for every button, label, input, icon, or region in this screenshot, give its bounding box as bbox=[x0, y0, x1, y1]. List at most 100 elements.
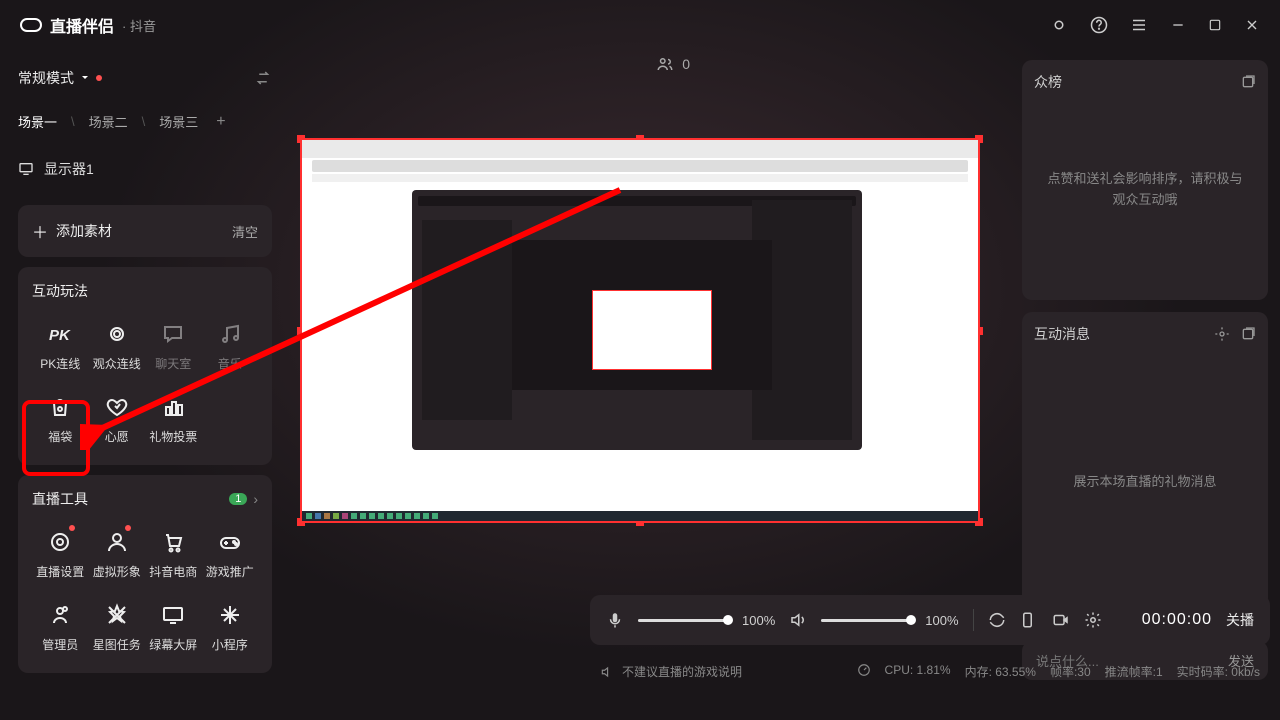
speaker-small-icon bbox=[600, 665, 614, 679]
menu-icon[interactable] bbox=[1130, 16, 1148, 34]
heart-icon bbox=[104, 394, 130, 420]
speaker-level: 100% bbox=[925, 613, 958, 628]
rank-title: 众榜 bbox=[1034, 72, 1062, 92]
scene-tab-3[interactable]: 场景三 bbox=[159, 112, 198, 131]
swap-icon[interactable] bbox=[254, 69, 272, 87]
tool-item-star[interactable]: 星图任务 bbox=[89, 596, 146, 659]
tool-item-sparkle[interactable]: 小程序 bbox=[202, 596, 259, 659]
app-title: 直播伴侣 bbox=[50, 13, 114, 37]
app-logo-icon bbox=[20, 18, 42, 32]
minimize-icon[interactable] bbox=[1170, 17, 1186, 33]
app-subtitle: · 抖音 bbox=[122, 16, 156, 35]
bitrate-stat: 实时码率: 0kb/s bbox=[1177, 663, 1260, 680]
mem-stat: 内存: 63.55% bbox=[965, 663, 1036, 680]
close-icon[interactable] bbox=[1244, 17, 1260, 33]
scene-tab-2[interactable]: 场景二 bbox=[89, 112, 128, 131]
chevron-down-icon bbox=[80, 73, 90, 83]
music-icon bbox=[217, 321, 243, 347]
interactive-item-PK[interactable]: PK PK连线 bbox=[32, 315, 89, 378]
display-source[interactable]: 显示器1 bbox=[18, 151, 272, 195]
viewer-count: 0 bbox=[656, 55, 690, 73]
scene-tabs: 场景一 \ 场景二 \ 场景三 + bbox=[18, 106, 272, 141]
interactive-item-label: PK连线 bbox=[40, 355, 80, 372]
admin-icon bbox=[47, 602, 73, 628]
vote-icon bbox=[160, 394, 186, 420]
right-panel: 众榜 点赞和送礼会影响排序，请积极与观众互动哦 互动消息 展示本场直播的礼物消息… bbox=[1010, 50, 1280, 690]
mic-slider[interactable] bbox=[638, 619, 728, 622]
interactive-item-label: 观众连线 bbox=[93, 355, 141, 372]
source-control-box: ＋ 添加素材 清空 bbox=[18, 205, 272, 257]
interactive-item-heart[interactable]: 心愿 bbox=[89, 388, 146, 451]
speaker-icon[interactable] bbox=[789, 611, 807, 629]
interactive-item-vote[interactable]: 礼物投票 bbox=[145, 388, 202, 451]
message-settings-icon[interactable] bbox=[1214, 326, 1230, 342]
tool-item-gamepad[interactable]: 游戏推广 bbox=[202, 523, 259, 586]
viewers-icon bbox=[656, 55, 674, 73]
tool-item-label: 小程序 bbox=[212, 636, 248, 653]
stop-stream-button[interactable]: 关播 bbox=[1226, 610, 1254, 630]
interactive-item-bag[interactable]: 福袋 bbox=[32, 388, 89, 451]
bag-icon bbox=[47, 394, 73, 420]
chevron-right-icon: › bbox=[253, 491, 258, 507]
mic-level: 100% bbox=[742, 613, 775, 628]
record-icon[interactable] bbox=[1052, 611, 1070, 629]
live-tools-panel: 直播工具 1 › 直播设置虚拟形象抖音电商游戏推广管理员星图任务绿幕大屏小程序 bbox=[18, 475, 272, 673]
live-tools-header[interactable]: 直播工具 1 › bbox=[32, 489, 258, 509]
tool-item-cart[interactable]: 抖音电商 bbox=[145, 523, 202, 586]
orientation-icon[interactable] bbox=[1020, 611, 1038, 629]
tool-item-label: 绿幕大屏 bbox=[149, 636, 197, 653]
mic-icon[interactable] bbox=[606, 611, 624, 629]
help-icon[interactable] bbox=[1090, 16, 1108, 34]
tool-item-admin[interactable]: 管理员 bbox=[32, 596, 89, 659]
sparkle-icon bbox=[217, 602, 243, 628]
notification-dot-icon bbox=[69, 525, 75, 531]
tool-item-screen[interactable]: 绿幕大屏 bbox=[145, 596, 202, 659]
add-source-button[interactable]: ＋ 添加素材 bbox=[32, 219, 112, 243]
settings-icon bbox=[47, 529, 73, 555]
speaker-slider[interactable] bbox=[821, 619, 911, 622]
tool-item-label: 游戏推广 bbox=[206, 563, 254, 580]
center-panel: 0 100% bbox=[290, 50, 1010, 690]
tools-badge: 1 bbox=[229, 493, 247, 505]
titlebar: 直播伴侣 · 抖音 bbox=[0, 0, 1280, 50]
tool-item-avatar[interactable]: 虚拟形象 bbox=[89, 523, 146, 586]
message-empty: 展示本场直播的礼物消息 bbox=[1034, 344, 1256, 617]
tool-item-settings[interactable]: 直播设置 bbox=[32, 523, 89, 586]
avatar-icon bbox=[104, 529, 130, 555]
stream-timer: 00:00:00 bbox=[1142, 611, 1212, 629]
refresh-icon[interactable] bbox=[988, 611, 1006, 629]
status-bar: 不建议直播的游戏说明 CPU: 1.81% 内存: 63.55% 帧率:30 推… bbox=[590, 663, 1270, 680]
interactive-title: 互动玩法 bbox=[32, 281, 258, 301]
interactive-item-link[interactable]: 观众连线 bbox=[89, 315, 146, 378]
theme-icon[interactable] bbox=[1050, 16, 1068, 34]
interactive-item-label: 音乐 bbox=[218, 355, 242, 372]
left-panel: 常规模式 场景一 \ 场景二 \ 场景三 + 显示器1 ＋ 添加素材 清空 bbox=[0, 50, 290, 690]
star-icon bbox=[104, 602, 130, 628]
rank-panel: 众榜 点赞和送礼会影响排序，请积极与观众互动哦 bbox=[1022, 60, 1268, 300]
interactive-item-label: 福袋 bbox=[48, 428, 72, 445]
add-scene-button[interactable]: + bbox=[216, 113, 225, 131]
gauge-icon bbox=[857, 663, 871, 677]
svg-text:PK: PK bbox=[49, 327, 71, 344]
mode-selector[interactable]: 常规模式 bbox=[18, 68, 102, 88]
gamepad-icon bbox=[217, 529, 243, 555]
interactive-item-label: 礼物投票 bbox=[149, 428, 197, 445]
notification-dot-icon bbox=[125, 525, 131, 531]
tool-item-label: 直播设置 bbox=[36, 563, 84, 580]
settings-gear-icon[interactable] bbox=[1084, 611, 1102, 629]
monitor-icon bbox=[18, 161, 34, 177]
scene-tab-1[interactable]: 场景一 bbox=[18, 112, 57, 131]
game-warning[interactable]: 不建议直播的游戏说明 bbox=[622, 663, 742, 680]
clear-sources-button[interactable]: 清空 bbox=[232, 222, 258, 241]
maximize-icon[interactable] bbox=[1208, 18, 1222, 32]
preview-frame[interactable] bbox=[300, 138, 980, 523]
chat-icon bbox=[160, 321, 186, 347]
message-panel: 互动消息 展示本场直播的礼物消息 bbox=[1022, 312, 1268, 629]
message-popout-icon[interactable] bbox=[1240, 326, 1256, 342]
popout-icon[interactable] bbox=[1240, 74, 1256, 90]
tool-item-label: 虚拟形象 bbox=[93, 563, 141, 580]
push-fps-stat: 推流帧率:1 bbox=[1105, 663, 1163, 680]
interactive-item-music: 音乐 bbox=[202, 315, 259, 378]
interactive-item-label: 聊天室 bbox=[155, 355, 191, 372]
interactive-item-label: 心愿 bbox=[105, 428, 129, 445]
